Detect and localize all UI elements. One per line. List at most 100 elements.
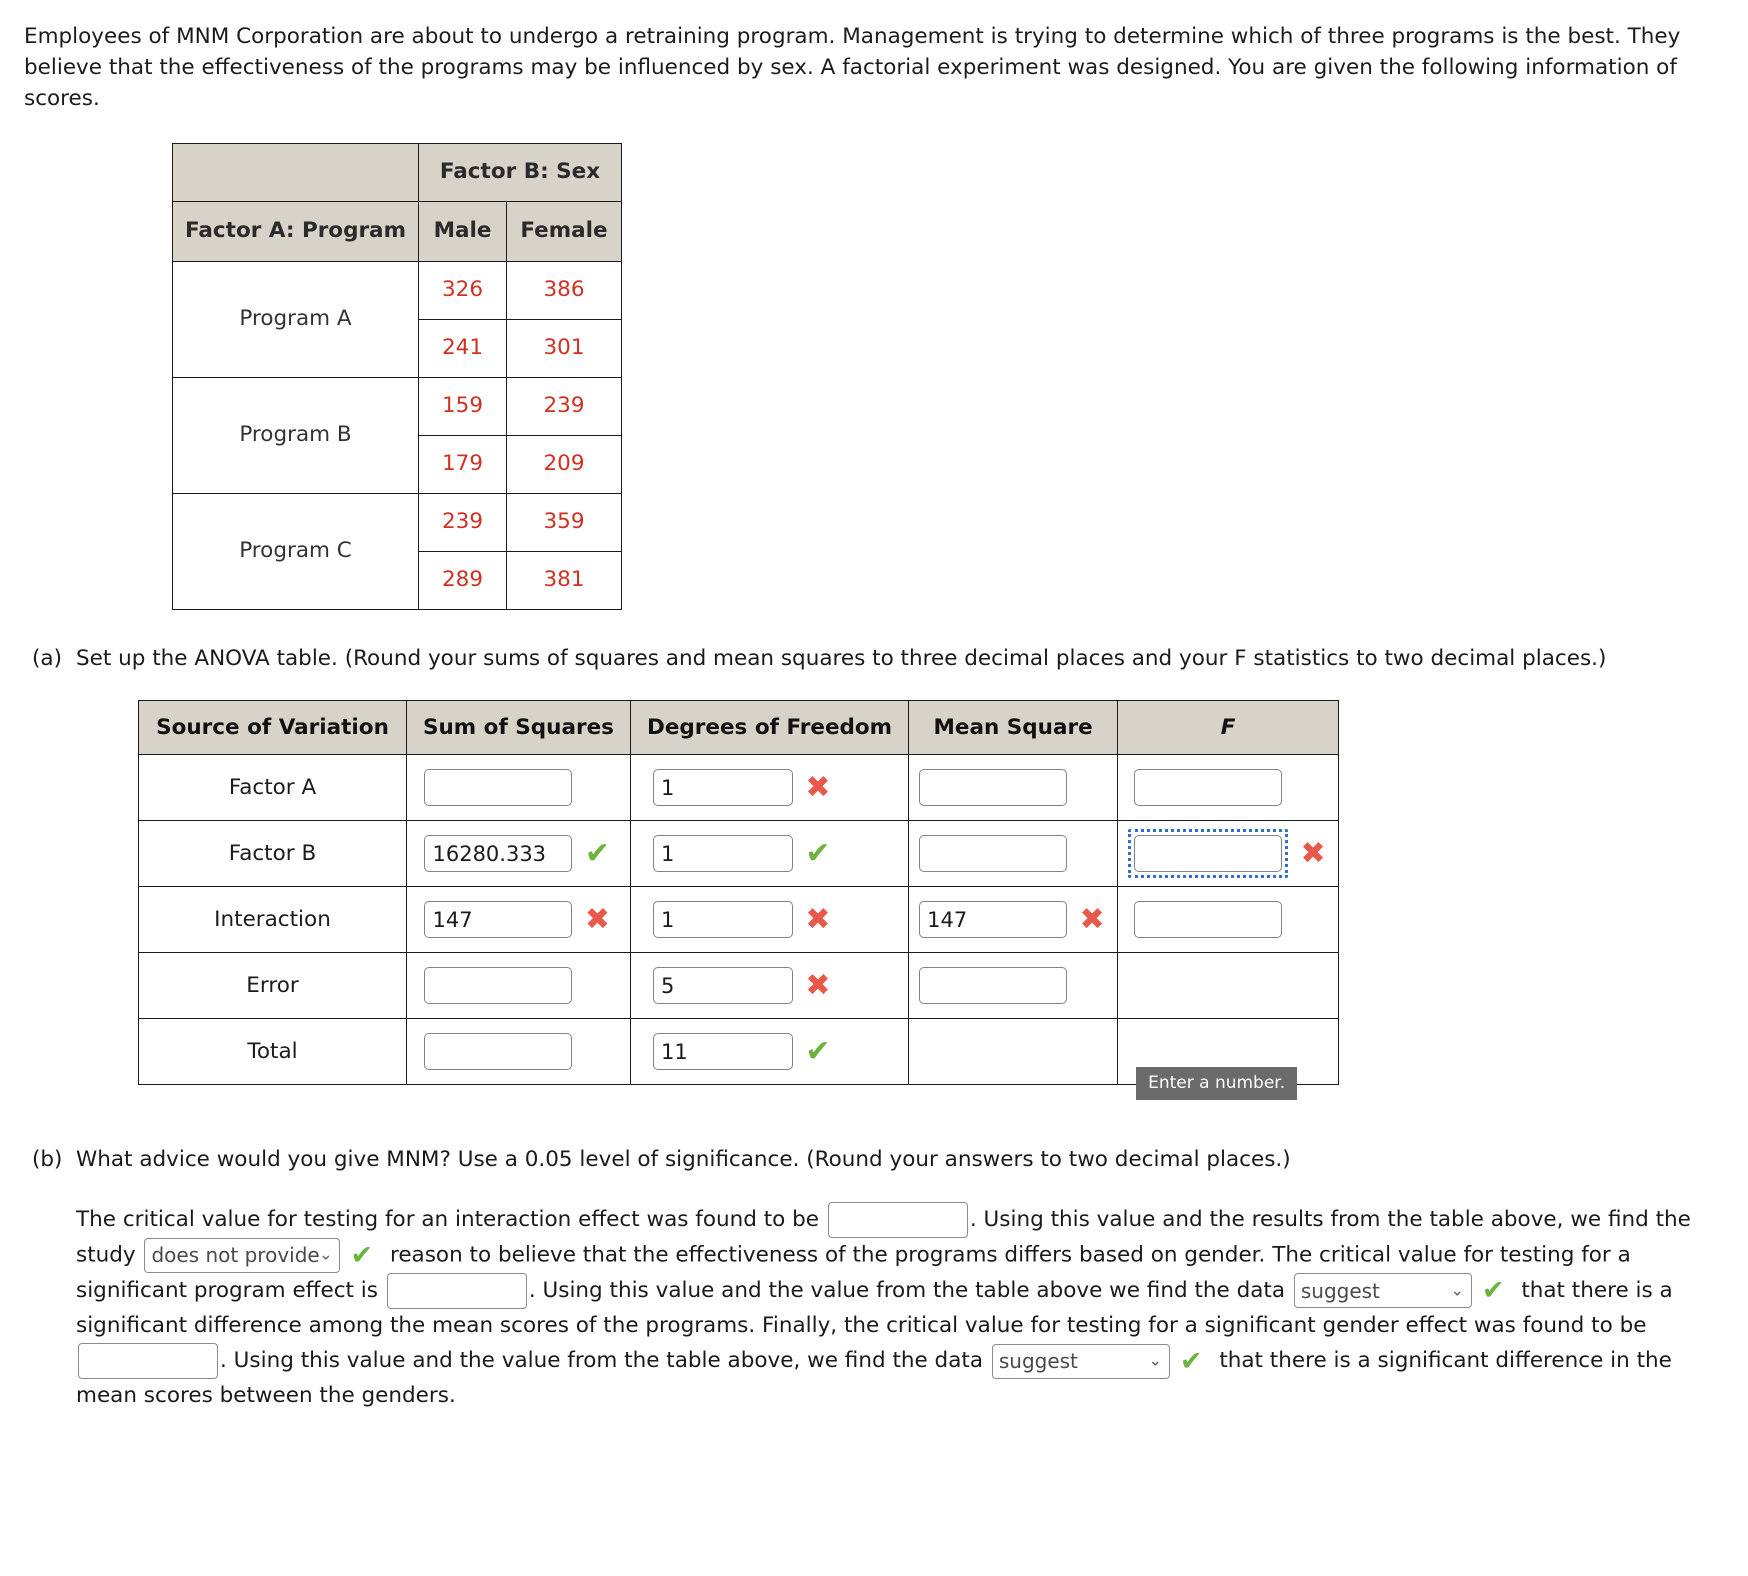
dropdown-wrapper-2: suggest ⌄ — [1292, 1273, 1474, 1309]
anova-table-wrapper: Source of Variation Sum of Squares Degre… — [138, 700, 1724, 1101]
df-input-error[interactable] — [652, 967, 793, 1005]
score-cell: 326 — [418, 260, 507, 320]
factorial-data-table-wrapper: Factor B: Sex Factor A: Program Male Fem… — [172, 142, 1724, 610]
ms-input-interaction[interactable] — [919, 901, 1068, 939]
anova-header-ms: Mean Square — [908, 700, 1119, 756]
table-row: Program C 239 359 — [172, 492, 622, 610]
program-label-c: Program C — [172, 492, 419, 610]
score-cell: 359 — [506, 492, 622, 552]
anova-cell-ss-interaction: ✖ — [406, 886, 631, 954]
score-cell: 381 — [506, 550, 622, 610]
data-table-header-row-2: Factor A: Program Male Female — [172, 200, 622, 262]
anova-source-factor-b: Factor B — [138, 820, 407, 888]
score-cell: 209 — [506, 434, 622, 494]
anova-cell-ms-total-empty — [908, 1018, 1119, 1086]
anova-source-factor-a: Factor A — [138, 754, 407, 822]
text-interaction-critical: The critical value for testing for an in… — [76, 1206, 820, 1232]
gender-conclusion-select[interactable]: suggest — [991, 1343, 1170, 1379]
focus-ring — [1128, 829, 1289, 879]
part-b-prompt: What advice would you give MNM? Use a 0.… — [76, 1147, 1291, 1173]
f-input-factor-a[interactable] — [1134, 769, 1283, 807]
part-a-prompt: Set up the ANOVA table. (Round your sums… — [76, 645, 1607, 671]
interaction-critical-value-input[interactable] — [827, 1201, 968, 1238]
anova-cell-ms-factor-a: ✖ — [908, 754, 1119, 822]
f-input-interaction[interactable] — [1134, 901, 1283, 939]
interaction-conclusion-select[interactable]: does not provide — [144, 1237, 341, 1273]
corner-blank-cell — [172, 142, 419, 202]
ms-input-factor-a[interactable] — [919, 769, 1068, 807]
anova-source-total: Total — [138, 1018, 407, 1086]
df-input-factor-a[interactable] — [652, 769, 793, 807]
table-row: Interaction ✖ ✖ — [138, 886, 1340, 954]
anova-cell-ss-total: ✖ — [406, 1018, 631, 1086]
check-icon: ✔ — [350, 1239, 374, 1271]
ss-input-factor-b[interactable] — [424, 835, 573, 873]
ss-input-error[interactable] — [424, 967, 573, 1005]
program-critical-value-input[interactable] — [386, 1272, 527, 1309]
column-header-female: Female — [506, 200, 622, 262]
data-table-header-row-1: Factor B: Sex — [172, 142, 622, 202]
table-row: Program B 159 239 — [172, 376, 622, 494]
part-b: (b) What advice would you give MNM? Use … — [24, 1145, 1724, 1413]
column-header-male: Male — [418, 200, 507, 262]
df-input-interaction[interactable] — [652, 901, 793, 939]
check-icon: ✔ — [805, 835, 831, 871]
factorial-data-table: Factor B: Sex Factor A: Program Male Fem… — [172, 142, 622, 610]
check-icon: ✔ — [1179, 1345, 1203, 1377]
ss-input-total[interactable] — [424, 1033, 573, 1071]
factor-b-header: Factor B: Sex — [418, 142, 622, 202]
anova-header-ss: Sum of Squares — [406, 700, 631, 756]
df-input-factor-b[interactable] — [652, 835, 793, 873]
anova-cell-df-factor-a: ✖ — [629, 754, 910, 822]
anova-header-source: Source of Variation — [138, 700, 407, 756]
anova-source-error: Error — [138, 952, 407, 1020]
program-conclusion-select[interactable]: suggest — [1293, 1273, 1472, 1309]
score-cell: 301 — [506, 318, 622, 378]
anova-cell-df-total: ✔ — [629, 1018, 910, 1086]
cross-icon: ✖ — [584, 901, 611, 937]
anova-header-f: F — [1117, 700, 1340, 756]
table-row: Factor A ✖ ✖ — [138, 754, 1340, 822]
check-icon: ✔ — [584, 835, 611, 871]
dropdown-wrapper-1: does not provide ⌄ — [142, 1237, 342, 1273]
anova-cell-ms-error: ✖ — [908, 952, 1119, 1020]
anova-cell-ss-error: ✖ — [406, 952, 631, 1020]
cross-icon: ✖ — [805, 967, 831, 1003]
f-input-factor-b[interactable] — [1134, 835, 1283, 873]
score-cell: 159 — [418, 376, 507, 436]
part-a: (a) Set up the ANOVA table. (Round your … — [24, 644, 1724, 1101]
ms-input-factor-b[interactable] — [919, 835, 1068, 873]
score-cell: 386 — [506, 260, 622, 320]
worksheet-page: Employees of MNM Corporation are about t… — [0, 0, 1748, 1424]
table-row: Total ✖ ✔ — [138, 1018, 1340, 1101]
cross-icon: ✖ — [805, 901, 831, 937]
problem-statement: Employees of MNM Corporation are about t… — [24, 24, 1681, 111]
gender-critical-value-input[interactable] — [78, 1343, 218, 1380]
df-input-total[interactable] — [652, 1033, 793, 1071]
ss-input-interaction[interactable] — [424, 901, 573, 939]
anova-cell-f-factor-a: ✖ — [1117, 754, 1340, 822]
anova-header-df: Degrees of Freedom — [629, 700, 910, 756]
ms-input-error[interactable] — [919, 967, 1068, 1005]
anova-header-row: Source of Variation Sum of Squares Degre… — [138, 700, 1340, 756]
score-cell: 289 — [418, 550, 507, 610]
cross-icon: ✖ — [1079, 901, 1105, 937]
anova-cell-df-interaction: ✖ — [629, 886, 910, 954]
anova-cell-ss-factor-b: ✔ — [406, 820, 631, 888]
anova-source-interaction: Interaction — [138, 886, 407, 954]
part-b-answer-paragraph: The critical value for testing for an in… — [76, 1201, 1724, 1414]
enter-a-number-tooltip: Enter a number. — [1136, 1067, 1298, 1101]
part-a-letter: (a) — [32, 645, 62, 671]
table-row: Error ✖ ✖ — [138, 952, 1340, 1020]
anova-cell-ms-interaction: ✖ — [908, 886, 1119, 954]
factor-a-header: Factor A: Program — [172, 200, 419, 262]
score-cell: 241 — [418, 318, 507, 378]
anova-cell-f-factor-b: ✖ — [1117, 820, 1340, 888]
part-b-letter: (b) — [32, 1147, 63, 1173]
anova-cell-ss-factor-a: ✖ — [406, 754, 631, 822]
score-cell: 179 — [418, 434, 507, 494]
dropdown-wrapper-3: suggest ⌄ — [990, 1343, 1172, 1379]
ss-input-factor-a[interactable] — [424, 769, 573, 807]
cross-icon: ✖ — [805, 769, 831, 805]
part-b-sentence: The critical value for testing for an in… — [76, 1201, 1724, 1414]
